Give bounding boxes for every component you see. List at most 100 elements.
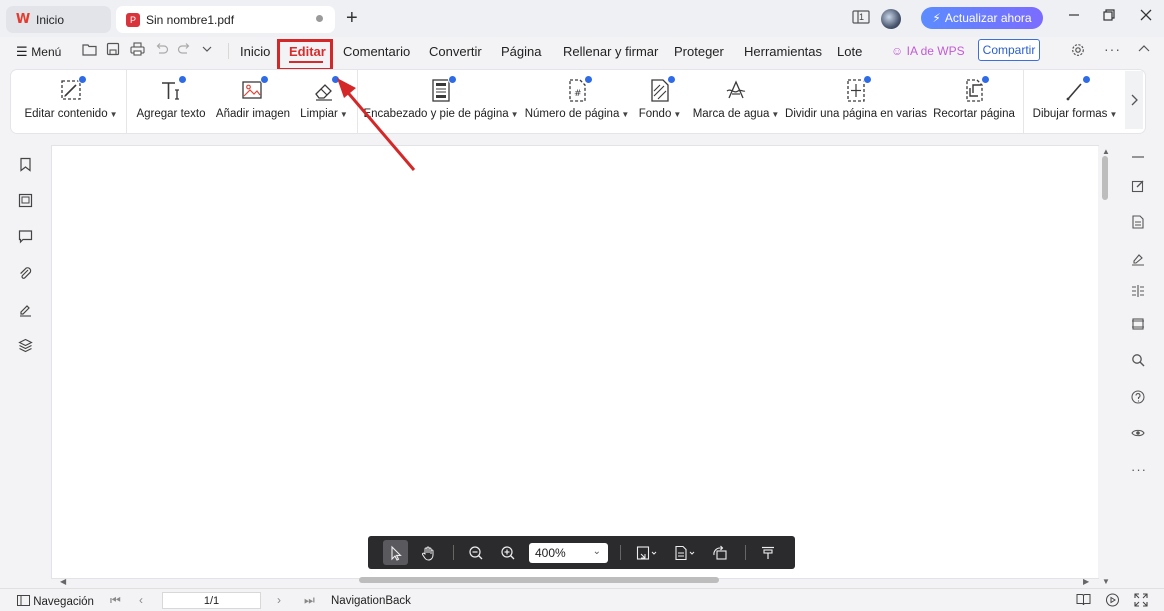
tab-herramientas[interactable]: Herramientas — [744, 44, 822, 59]
ai-wps-button[interactable]: ☺ IA de WPS — [891, 44, 965, 58]
fullscreen-button[interactable] — [1134, 593, 1148, 610]
ai-badge-icon — [863, 75, 872, 84]
ellipsis-icon: ··· — [1104, 41, 1121, 57]
thumbnails-panel-button[interactable] — [18, 193, 33, 208]
compare-button[interactable] — [1131, 284, 1145, 298]
draw-shapes-label: Dibujar formas — [1033, 108, 1108, 120]
tab-rellenar-y-firmar[interactable]: Rellenar y firmar — [563, 44, 658, 59]
caret-down-icon: ▼ — [1109, 110, 1117, 119]
scroll-left-arrow-icon[interactable]: ◀ — [60, 577, 66, 586]
watermark-button[interactable]: Marca de agua▼ — [694, 70, 778, 133]
fit-page-button[interactable] — [635, 544, 659, 562]
lightning-icon: ⚡ — [932, 11, 940, 25]
rotate-button[interactable] — [711, 544, 729, 562]
tab-document[interactable]: P Sin nombre1.pdf — [116, 6, 335, 33]
scroll-down-arrow-icon[interactable]: ▼ — [1102, 577, 1110, 586]
navigation-label: Navegación — [33, 596, 94, 608]
tab-comentario[interactable]: Comentario — [343, 44, 410, 59]
print-button[interactable] — [130, 42, 145, 59]
redo-button[interactable] — [177, 42, 192, 59]
zoom-out-button[interactable] — [467, 544, 485, 562]
page-number-button[interactable]: # Número de página▼ — [526, 70, 628, 133]
restore-button[interactable] — [1103, 8, 1115, 26]
add-text-button[interactable]: Agregar texto — [136, 70, 206, 133]
navigation-back-button[interactable]: NavigationBack — [331, 595, 411, 607]
upgrade-label: Actualizar ahora — [945, 11, 1032, 25]
new-tab-button[interactable]: + — [346, 8, 358, 28]
play-button[interactable] — [1105, 593, 1120, 610]
quick-access-dropdown[interactable] — [202, 42, 212, 59]
minimize-button[interactable] — [1068, 8, 1080, 26]
book-icon — [1076, 593, 1091, 606]
view-mode-button[interactable] — [1131, 426, 1145, 440]
attachments-panel-button[interactable] — [18, 266, 33, 281]
pdf-icon: P — [126, 13, 140, 27]
tab-pagina[interactable]: Página — [501, 44, 541, 59]
chevron-up-icon — [1138, 43, 1150, 55]
next-page-button[interactable]: › — [277, 593, 281, 607]
signature-panel-button[interactable] — [18, 302, 33, 317]
tab-proteger[interactable]: Proteger — [674, 44, 724, 59]
tab-lote[interactable]: Lote — [837, 44, 862, 59]
pin-toolbar-button[interactable] — [759, 544, 777, 562]
navigation-button[interactable]: Navegación — [17, 595, 94, 608]
upgrade-button[interactable]: ⚡ Actualizar ahora — [921, 7, 1043, 29]
document-info-button[interactable] — [1131, 215, 1145, 229]
undo-button[interactable] — [154, 42, 169, 59]
layers-panel-button[interactable] — [18, 338, 33, 353]
draw-shapes-button[interactable]: Dibujar formas▼ — [1033, 70, 1117, 133]
ribbon-scroll-right-button[interactable] — [1125, 71, 1143, 129]
more-options-button[interactable]: ··· — [1104, 41, 1121, 57]
header-footer-button[interactable]: Encabezado y pie de página▼ — [368, 70, 514, 133]
select-tool-button[interactable] — [387, 544, 405, 562]
crop-page-button[interactable]: Recortar página — [933, 70, 1015, 133]
collapse-ribbon-button[interactable] — [1138, 43, 1150, 58]
hand-icon — [420, 545, 436, 561]
right-panel-collapse-button[interactable] — [1131, 150, 1145, 164]
main-menu-button[interactable]: ☰ Menú — [16, 44, 61, 60]
close-window-button[interactable] — [1140, 8, 1152, 26]
crop-page-icon — [960, 76, 988, 104]
scroll-up-arrow-icon[interactable]: ▲ — [1102, 147, 1110, 156]
pdf-page[interactable] — [52, 146, 1098, 578]
page-layout-button[interactable] — [673, 544, 697, 562]
ai-badge-icon — [584, 75, 593, 84]
page-number-input[interactable]: 1/1 — [162, 592, 261, 609]
tab-convertir[interactable]: Convertir — [429, 44, 482, 59]
share-button[interactable]: Compartir — [978, 39, 1040, 61]
edit-content-button[interactable]: Editar contenido▼ — [25, 70, 117, 133]
edit-panel-button[interactable] — [1131, 179, 1145, 193]
save-button[interactable] — [106, 42, 120, 59]
horizontal-scroll-thumb[interactable] — [359, 577, 719, 583]
previous-page-button[interactable]: ‹ — [139, 593, 143, 607]
background-button[interactable]: Fondo▼ — [637, 70, 683, 133]
first-page-button[interactable]: ⏮ — [110, 593, 121, 608]
tab-home[interactable]: W Inicio — [6, 6, 111, 33]
screen-capture-button[interactable] — [1131, 317, 1145, 331]
hand-tool-button[interactable] — [419, 544, 437, 562]
zoom-select[interactable]: 400% ⌄ — [529, 543, 608, 563]
tab-inicio[interactable]: Inicio — [240, 44, 270, 59]
open-file-button[interactable] — [82, 42, 97, 59]
settings-button[interactable] — [1071, 43, 1085, 60]
zoom-in-button[interactable] — [499, 544, 517, 562]
clean-button[interactable]: Limpiar▼ — [299, 70, 349, 133]
cursor-icon — [388, 545, 404, 561]
bookmark-panel-button[interactable] — [18, 157, 33, 172]
paperclip-icon — [18, 266, 33, 281]
last-page-button[interactable]: ⏭ — [304, 593, 315, 608]
avatar[interactable] — [881, 9, 901, 29]
comments-panel-button[interactable] — [18, 229, 33, 244]
scroll-right-arrow-icon[interactable]: ▶ — [1083, 577, 1089, 586]
split-page-button[interactable]: Dividir una página en varias — [789, 70, 923, 133]
add-text-label: Agregar texto — [136, 108, 205, 120]
reading-mode-button[interactable] — [1076, 593, 1091, 609]
vertical-scroll-thumb[interactable] — [1102, 156, 1108, 200]
search-button[interactable] — [1131, 353, 1145, 367]
menu-divider — [228, 43, 229, 59]
help-button[interactable] — [1131, 390, 1145, 404]
sign-button[interactable] — [1131, 252, 1145, 266]
add-image-button[interactable]: Añadir imagen — [215, 70, 291, 133]
right-more-button[interactable]: ··· — [1131, 462, 1145, 476]
vertical-scrollbar[interactable] — [1098, 146, 1112, 578]
